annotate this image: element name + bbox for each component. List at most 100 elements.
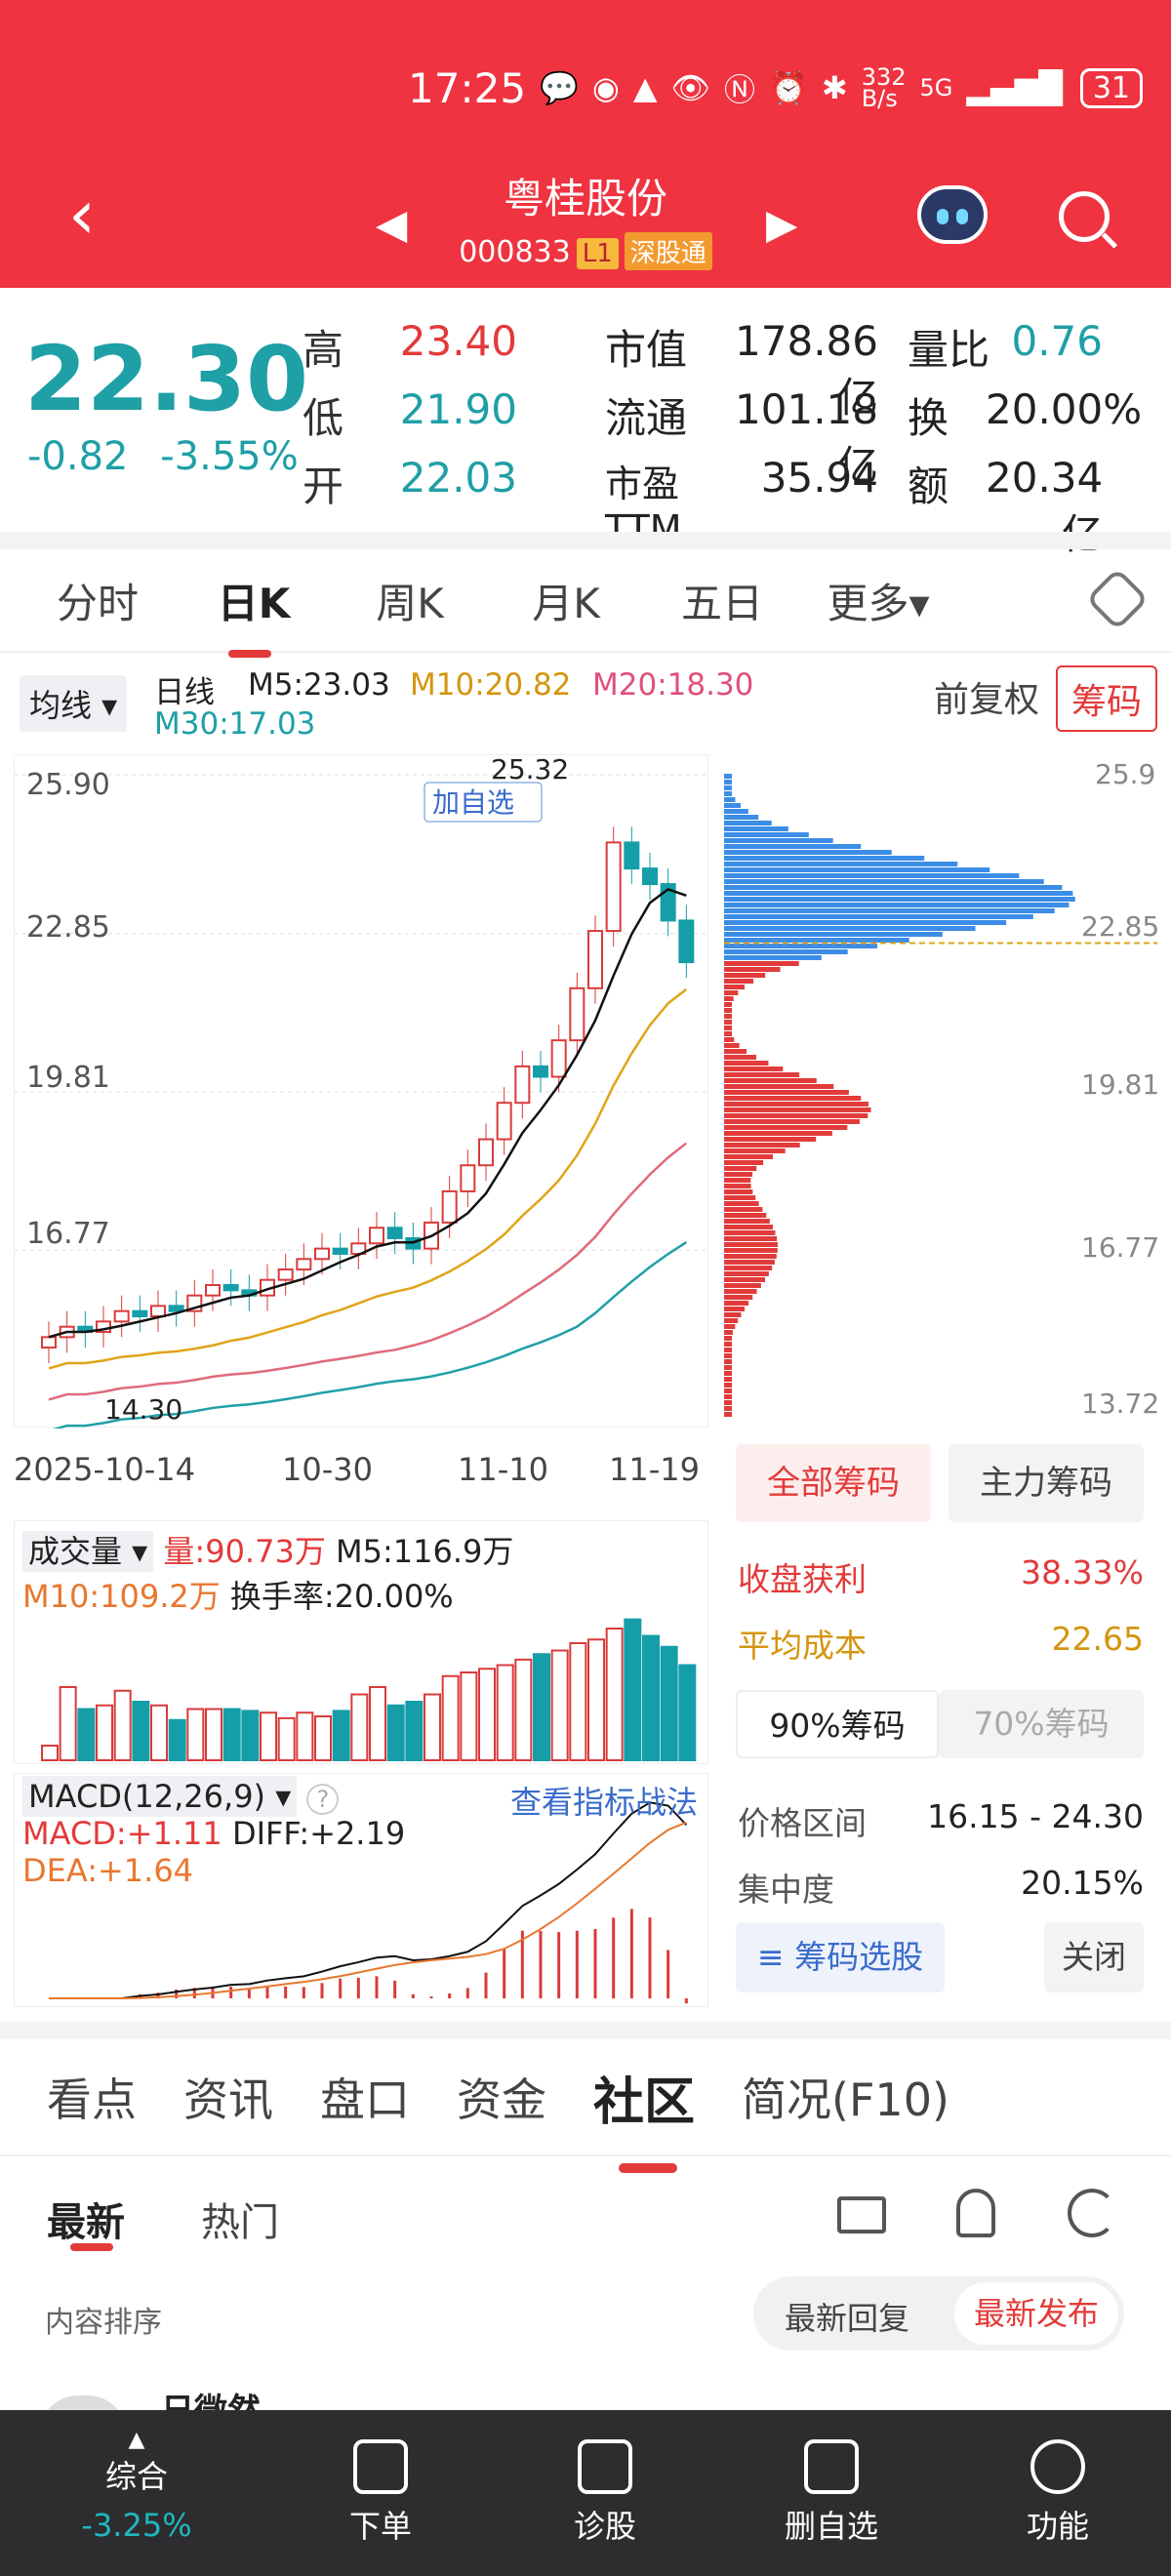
- chip-bar: [724, 803, 742, 808]
- close-button[interactable]: 关闭: [1044, 1922, 1144, 1992]
- chip-bar: [724, 1359, 732, 1364]
- volume-bar: [405, 1701, 424, 1761]
- low-value: 21.90: [399, 385, 517, 433]
- chips-70-button[interactable]: 70%筹码: [939, 1690, 1144, 1758]
- chips-90-button[interactable]: 90%筹码: [736, 1690, 939, 1758]
- diff-value: DIFF:+2.19: [231, 1815, 406, 1852]
- tab-orderbook[interactable]: 盘口: [320, 2065, 410, 2129]
- y-tick: 25.90: [26, 768, 110, 802]
- macd-chart[interactable]: MACD(12,26,9) ▾ ? 查看指标战法 MACD:+1.11 DIFF…: [14, 1773, 708, 2007]
- tab-daily-k[interactable]: 日K: [195, 571, 312, 658]
- volume-bar: [314, 1715, 332, 1761]
- sort-latest-post[interactable]: 最新发布: [953, 2282, 1118, 2345]
- mail-icon[interactable]: [837, 2196, 886, 2234]
- tab-community[interactable]: 社区: [593, 2061, 695, 2173]
- chip-bar: [724, 908, 1055, 913]
- tab-more[interactable]: 更多▾: [820, 571, 937, 630]
- chip-bar: [724, 1154, 773, 1159]
- add-watchlist-tag[interactable]: 加自选: [432, 786, 514, 819]
- chip-bar: [724, 1248, 778, 1253]
- candle: [496, 1102, 512, 1141]
- all-chips-button[interactable]: 全部筹码: [736, 1444, 931, 1522]
- chip-bar: [724, 1371, 732, 1376]
- chip-pick-button[interactable]: ≡ 筹码选股: [736, 1922, 945, 1992]
- ma10-value: M10:20.82: [410, 667, 572, 703]
- tab-funds[interactable]: 资金: [457, 2065, 546, 2129]
- chip-bar: [724, 1412, 732, 1417]
- refresh-icon[interactable]: [1068, 2189, 1116, 2237]
- chip-bar: [724, 1160, 764, 1165]
- chip-bar: [724, 856, 925, 861]
- candle: [478, 1138, 494, 1167]
- main-chips-button[interactable]: 主力筹码: [949, 1444, 1144, 1522]
- candle: [624, 841, 640, 870]
- profit-value: 38.33%: [1021, 1553, 1144, 1591]
- volume-bar: [41, 1745, 59, 1761]
- volume-bar: [424, 1693, 441, 1761]
- chip-bar: [724, 891, 1073, 896]
- chip-bar: [724, 1143, 800, 1147]
- volume-bar: [386, 1704, 405, 1761]
- chip-bar: [724, 1037, 735, 1042]
- tab-latest[interactable]: 最新: [47, 2191, 125, 2247]
- chip-bar: [724, 1260, 775, 1265]
- diagnose-button[interactable]: 诊股: [527, 2439, 683, 2547]
- chip-bar: [724, 850, 892, 855]
- candle: [314, 1247, 330, 1261]
- connect-badge: 深股通: [624, 232, 712, 270]
- next-stock-icon[interactable]: ▶: [766, 200, 797, 248]
- functions-label: 功能: [1026, 2508, 1089, 2545]
- index-name: 综合: [104, 2458, 168, 2495]
- chip-bar: [724, 979, 754, 984]
- chips-button[interactable]: 筹码: [1055, 665, 1157, 732]
- functions-button[interactable]: 功能: [980, 2439, 1136, 2547]
- order-button[interactable]: 下单: [303, 2439, 459, 2547]
- candle: [277, 1268, 294, 1281]
- sort-latest-reply[interactable]: 最新回复: [785, 2294, 909, 2339]
- tab-profile[interactable]: 简况(F10): [742, 2065, 949, 2129]
- chip-bar: [724, 1289, 757, 1294]
- tab-highlights[interactable]: 看点: [47, 2065, 137, 2129]
- tab-news[interactable]: 资讯: [183, 2065, 273, 2129]
- chip-bar: [724, 1219, 770, 1224]
- wechat-icon: 💬: [540, 69, 579, 106]
- settings-icon[interactable]: [1085, 567, 1150, 631]
- volume-bar: [550, 1649, 569, 1761]
- y-tick: 16.77: [26, 1217, 110, 1251]
- volume-bar: [186, 1708, 205, 1761]
- tab-monthly-k[interactable]: 月K: [507, 571, 625, 630]
- ma-select[interactable]: 均线 ▾: [20, 675, 128, 732]
- volume-select[interactable]: 成交量 ▾: [22, 1531, 154, 1572]
- candle: [222, 1283, 239, 1292]
- chip-bar: [724, 1020, 732, 1025]
- macd-select[interactable]: MACD(12,26,9) ▾: [22, 1776, 298, 1817]
- chip-bar: [724, 1348, 732, 1352]
- candle: [296, 1258, 312, 1270]
- chip-bar: [724, 885, 1063, 890]
- chip-bar: [724, 990, 739, 995]
- user-icon[interactable]: [956, 2189, 995, 2237]
- indicator-link[interactable]: 查看指标战法: [510, 1778, 698, 1823]
- help-icon[interactable]: ?: [306, 1784, 340, 1815]
- vr-value: 0.76: [1011, 317, 1103, 365]
- kline-chart[interactable]: 25.90 22.85 19.81 16.77 25.32 14.30 加自选: [14, 753, 709, 1432]
- chip-svg: 25.9 22.85 19.81 16.77 13.72: [724, 758, 1159, 1420]
- tab-five-day[interactable]: 五日: [664, 571, 781, 630]
- tab-weekly-k[interactable]: 周K: [351, 571, 468, 630]
- volume-chart[interactable]: 成交量 ▾ 量:90.73万 M5:116.9万 M10:109.2万 换手率:…: [14, 1520, 708, 1764]
- nfc-icon: Ⓝ: [724, 71, 756, 108]
- chip-bar: [724, 1236, 778, 1241]
- chip-bar: [724, 774, 732, 779]
- adjust-select[interactable]: 前复权: [934, 671, 1039, 722]
- level-badge: L1: [576, 238, 619, 269]
- remove-watch-button[interactable]: 删自选: [753, 2439, 909, 2547]
- chip-bar: [724, 815, 759, 820]
- tab-intraday[interactable]: 分时: [39, 571, 156, 630]
- date-tick: 2025-10-14: [14, 1451, 195, 1488]
- robot-assistant-icon[interactable]: [917, 185, 988, 244]
- order-icon: [353, 2439, 408, 2494]
- index-ticker[interactable]: ▲ 综合 -3.25%: [59, 2428, 215, 2544]
- chip-bar: [724, 926, 976, 931]
- search-icon[interactable]: [1059, 191, 1110, 242]
- tab-hot[interactable]: 热门: [201, 2191, 279, 2247]
